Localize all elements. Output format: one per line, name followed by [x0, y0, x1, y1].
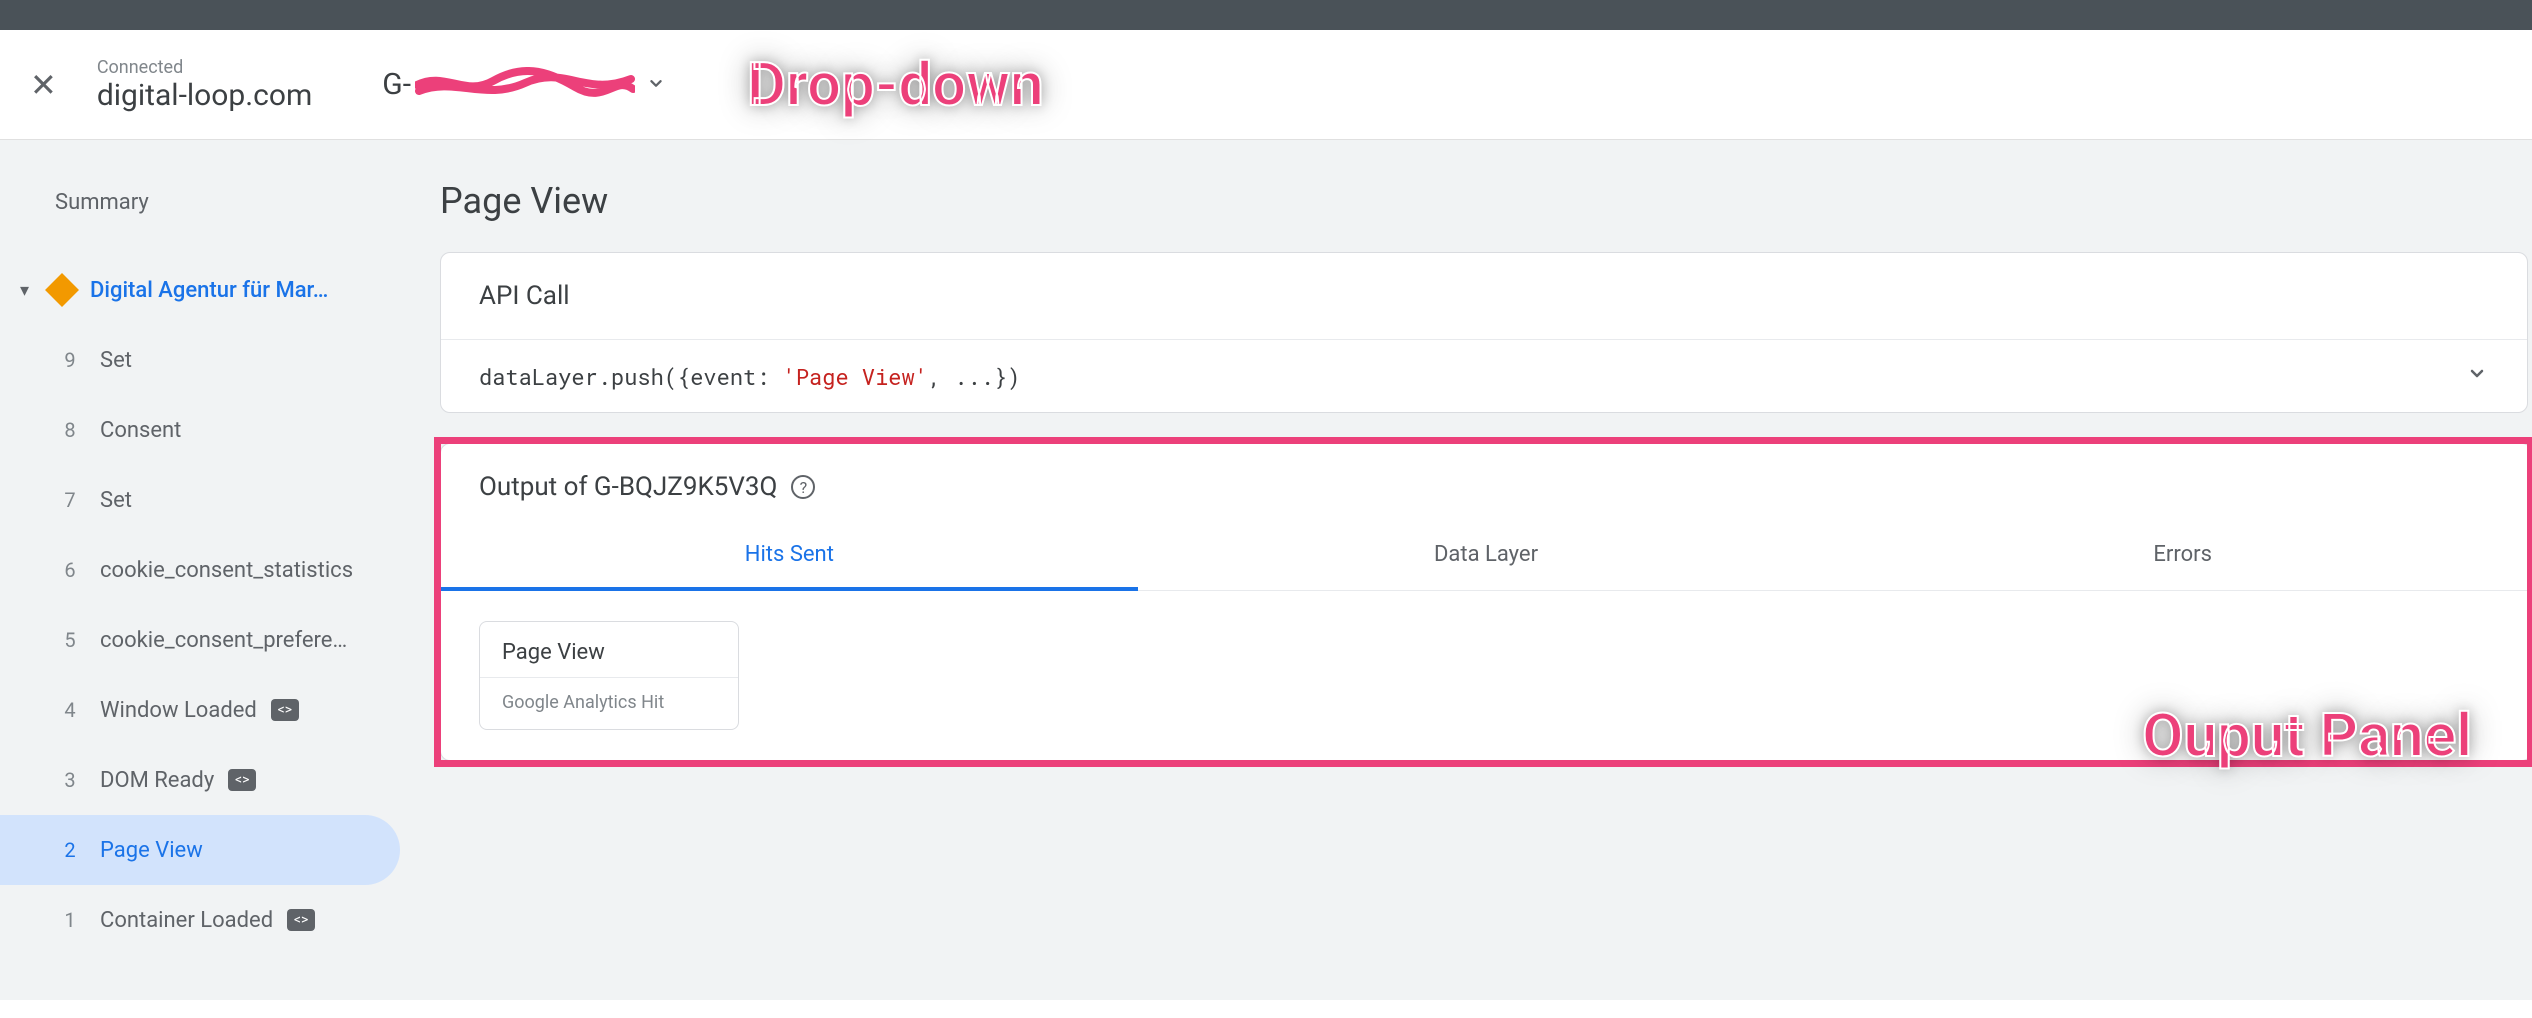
sidebar-item-label: Digital Agentur für Mar…: [90, 278, 328, 303]
tab-hits-sent[interactable]: Hits Sent: [441, 522, 1138, 591]
sidebar-item-event[interactable]: 7 Set: [0, 465, 410, 535]
sidebar-item-event[interactable]: 9 Set: [0, 325, 410, 395]
hit-title: Page View: [480, 622, 738, 677]
sidebar-item-event[interactable]: 3 DOM Ready <>: [0, 745, 410, 815]
sidebar-item-event[interactable]: 8 Consent: [0, 395, 410, 465]
summary-heading[interactable]: Summary: [0, 170, 410, 255]
output-tabs: Hits Sent Data Layer Errors: [441, 522, 2531, 591]
annotation-output-panel: Ouput Panel: [2142, 700, 2472, 771]
tab-errors[interactable]: Errors: [1834, 522, 2531, 590]
top-dark-bar: [0, 0, 2532, 30]
sidebar-item-event[interactable]: 6 cookie_consent_statistics: [0, 535, 410, 605]
connection-info: Connected digital-loop.com: [97, 57, 312, 113]
code-badge-icon: <>: [271, 699, 299, 721]
chevron-down-icon[interactable]: [2465, 360, 2489, 392]
diamond-icon: [45, 273, 79, 307]
container-dropdown[interactable]: G-: [382, 67, 667, 103]
main-content: Page View API Call dataLayer.push({event…: [410, 140, 2532, 1000]
tab-data-layer[interactable]: Data Layer: [1138, 522, 1835, 590]
close-icon[interactable]: ✕: [30, 66, 57, 104]
output-heading: Output of G-BQJZ9K5V3Q ?: [441, 444, 2531, 522]
sidebar-item-event[interactable]: 5 cookie_consent_prefere…: [0, 605, 410, 675]
annotation-dropdown: Drop-down: [747, 49, 1044, 120]
connected-label: Connected: [97, 57, 312, 78]
api-call-card: API Call dataLayer.push({event: 'Page Vi…: [440, 252, 2528, 413]
redacted-scribble: [415, 67, 635, 103]
sidebar: Summary ▾ Digital Agentur für Mar… 9 Set…: [0, 140, 410, 1000]
api-call-code: dataLayer.push({event: 'Page View', ...}…: [479, 362, 1020, 391]
api-call-body[interactable]: dataLayer.push({event: 'Page View', ...}…: [441, 339, 2527, 412]
sidebar-item-page[interactable]: ▾ Digital Agentur für Mar…: [0, 255, 410, 325]
gid-prefix: G-: [382, 67, 411, 102]
chevron-down-icon: [645, 67, 667, 102]
sidebar-item-event-active[interactable]: 2 Page View: [0, 815, 400, 885]
code-badge-icon: <>: [287, 909, 315, 931]
page-title: Page View: [440, 180, 2532, 222]
code-badge-icon: <>: [228, 769, 256, 791]
header-bar: ✕ Connected digital-loop.com G- Drop-dow…: [0, 30, 2532, 140]
hit-chip[interactable]: Page View Google Analytics Hit: [479, 621, 739, 730]
sidebar-item-event[interactable]: 1 Container Loaded <>: [0, 885, 410, 955]
domain-name: digital-loop.com: [97, 78, 312, 113]
api-call-heading: API Call: [441, 253, 2527, 339]
hit-subtitle: Google Analytics Hit: [480, 678, 738, 729]
sidebar-item-event[interactable]: 4 Window Loaded <>: [0, 675, 410, 745]
help-icon[interactable]: ?: [791, 475, 815, 499]
